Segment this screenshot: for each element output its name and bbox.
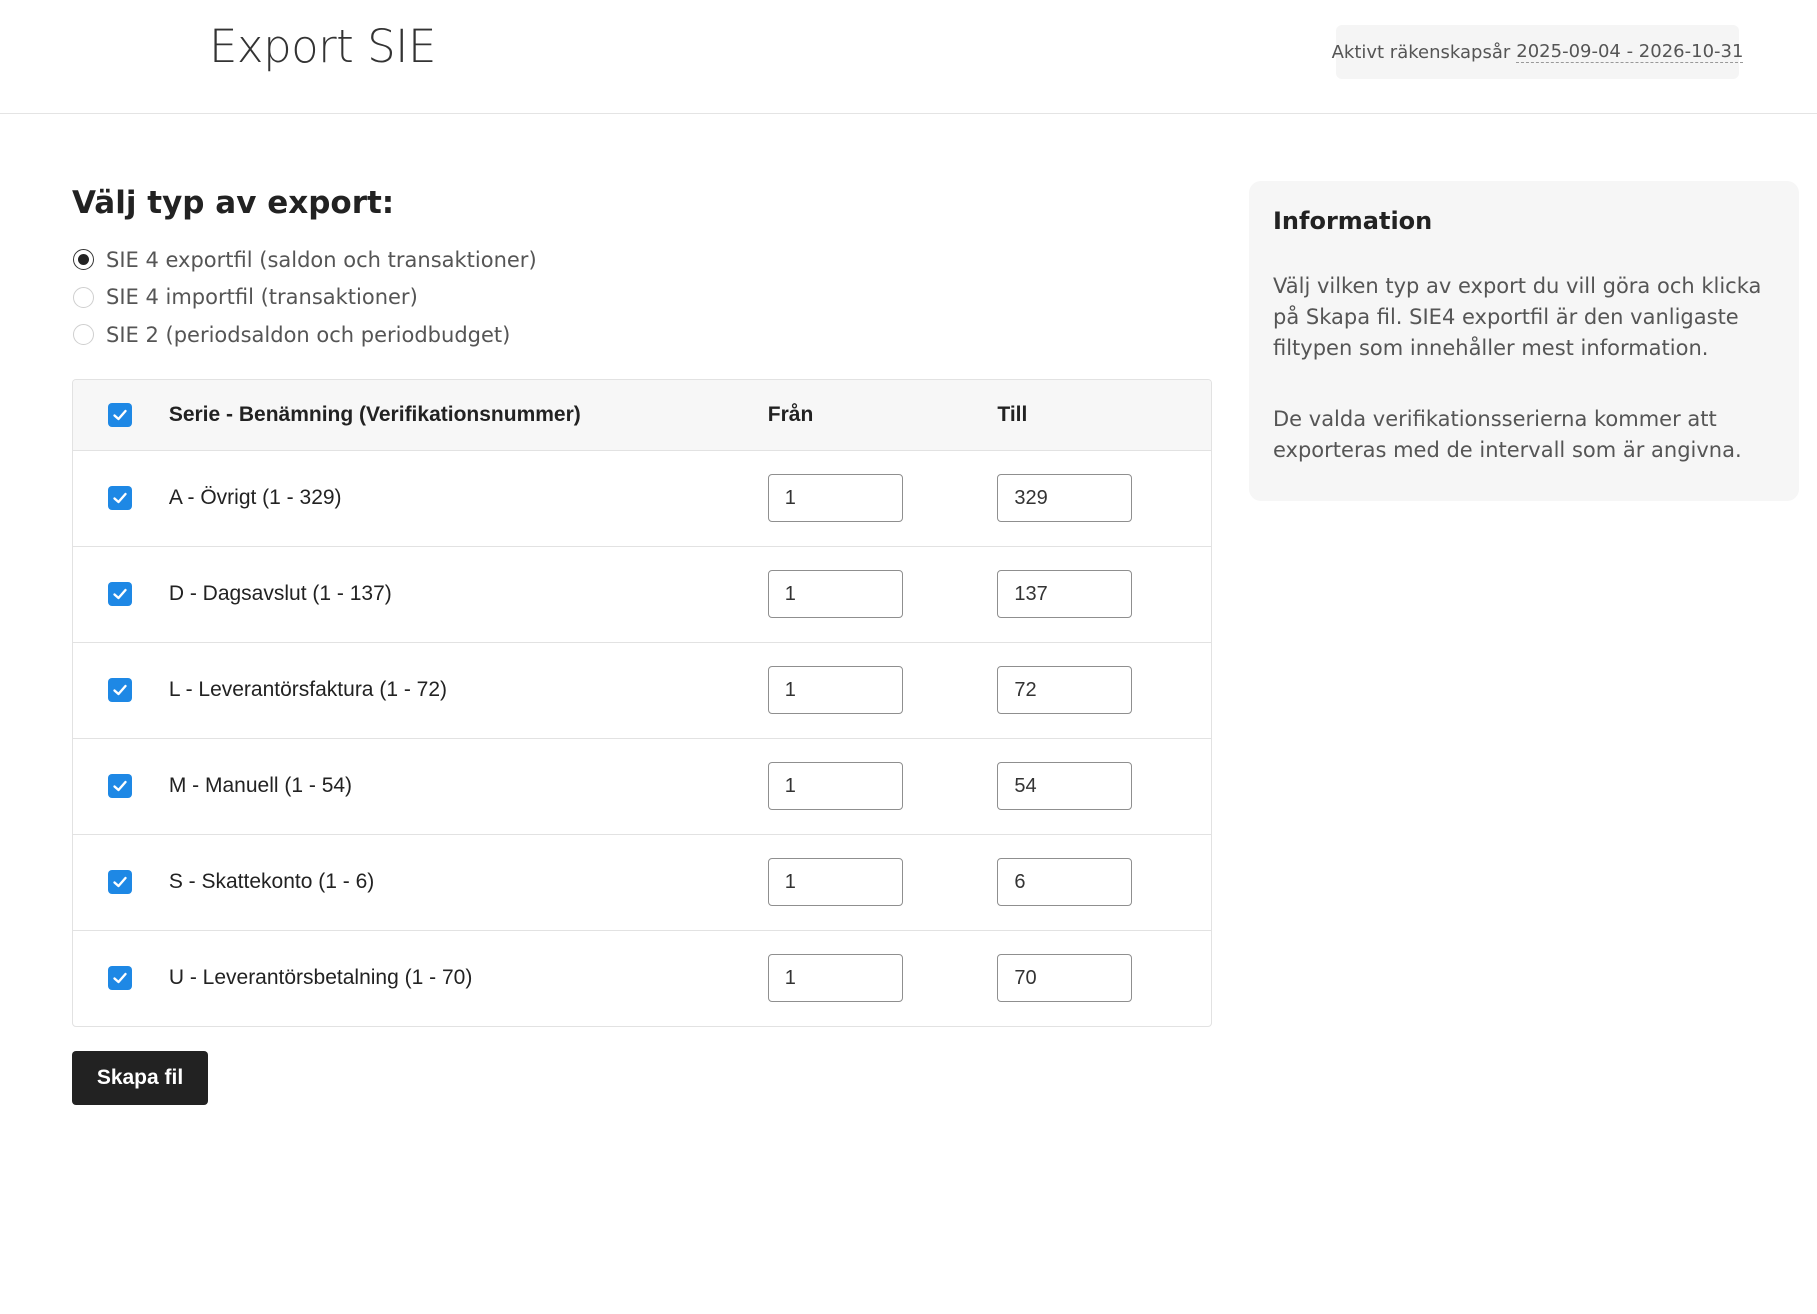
radio-button[interactable] — [73, 249, 94, 271]
table-row: U - Leverantörsbetalning (1 - 70) — [73, 929, 1211, 1026]
verification-series-table: Serie - Benämning (Verifikationsnummer) … — [72, 378, 1212, 1027]
table-header-row: Serie - Benämning (Verifikationsnummer) … — [73, 379, 1211, 450]
radio-button[interactable] — [73, 324, 94, 346]
checkmark-icon — [113, 409, 127, 420]
export-type-radio-group: SIE 4 exportfil (saldon och transaktione… — [72, 241, 1212, 354]
checkmark-icon — [113, 972, 127, 984]
column-header-from: Från — [767, 402, 814, 426]
series-checkbox-d[interactable] — [107, 582, 132, 606]
fiscal-year-indicator: Aktivt räkenskapsår 2025-09-04 - 2026-10… — [1332, 25, 1744, 79]
to-input[interactable] — [997, 954, 1133, 1002]
radio-button[interactable] — [73, 286, 94, 308]
information-panel: Information Välj vilken typ av export du… — [1249, 181, 1799, 501]
to-input[interactable] — [997, 666, 1133, 714]
checkmark-icon — [113, 780, 127, 792]
checkmark-icon — [113, 684, 127, 696]
table-row: D - Dagsavslut (1 - 137) — [73, 545, 1211, 642]
checkmark-icon — [113, 876, 127, 888]
column-header-to: Till — [997, 402, 1028, 426]
select-all-checkbox[interactable] — [107, 402, 132, 427]
table-row: A - Övrigt (1 - 329) — [73, 449, 1211, 546]
export-option-label: SIE 2 (periodsaldon och periodbudget) — [106, 322, 511, 347]
series-checkbox-u[interactable] — [107, 966, 132, 990]
table-row: S - Skattekonto (1 - 6) — [73, 833, 1211, 930]
page-title: Export SIE — [209, 20, 436, 73]
from-input[interactable] — [767, 474, 903, 522]
create-file-button[interactable]: Skapa fil — [72, 1050, 208, 1105]
series-name: A - Övrigt (1 - 329) — [168, 486, 342, 509]
series-checkbox-a[interactable] — [107, 486, 132, 510]
export-option-label: SIE 4 importfil (transaktioner) — [106, 285, 418, 310]
column-header-name: Serie - Benämning (Verifikationsnummer) — [168, 402, 581, 426]
series-checkbox-l[interactable] — [107, 678, 132, 702]
export-option-sie4-export[interactable]: SIE 4 exportfil (saldon och transaktione… — [72, 241, 1212, 279]
table-row: L - Leverantörsfaktura (1 - 72) — [73, 641, 1211, 738]
to-input[interactable] — [997, 858, 1133, 906]
information-paragraph: De valda verifikationsserierna kommer at… — [1273, 407, 1742, 462]
series-checkbox-m[interactable] — [107, 774, 132, 798]
fiscal-year-label: Aktivt räkenskapsår — [1331, 41, 1511, 63]
series-name: D - Dagsavslut (1 - 137) — [168, 582, 392, 605]
fiscal-year-value[interactable]: 2025-09-04 - 2026-10-31 — [1516, 41, 1744, 63]
to-input[interactable] — [997, 762, 1133, 810]
page-header: Export SIE Aktivt räkenskapsår 2025-09-0… — [0, 0, 1817, 114]
export-option-sie4-import[interactable]: SIE 4 importfil (transaktioner) — [72, 279, 1212, 317]
series-name: U - Leverantörsbetalning (1 - 70) — [168, 966, 473, 989]
from-input[interactable] — [767, 762, 903, 810]
to-input[interactable] — [997, 474, 1133, 522]
information-paragraph: Välj vilken typ av export du vill göra o… — [1273, 274, 1762, 360]
from-input[interactable] — [767, 954, 903, 1002]
from-input[interactable] — [767, 666, 903, 714]
to-input[interactable] — [997, 570, 1133, 618]
series-name: S - Skattekonto (1 - 6) — [168, 870, 375, 893]
from-input[interactable] — [767, 858, 903, 906]
checkmark-icon — [113, 492, 127, 504]
series-checkbox-s[interactable] — [107, 870, 132, 894]
from-input[interactable] — [767, 570, 903, 618]
export-option-label: SIE 4 exportfil (saldon och transaktione… — [106, 247, 537, 272]
table-row: M - Manuell (1 - 54) — [73, 737, 1211, 834]
export-option-sie2[interactable]: SIE 2 (periodsaldon och periodbudget) — [72, 316, 1212, 354]
export-form: Välj typ av export: SIE 4 exportfil (sal… — [72, 150, 1212, 1105]
checkmark-icon — [113, 588, 127, 600]
information-title: Information — [1273, 207, 1433, 235]
series-name: L - Leverantörsfaktura (1 - 72) — [168, 678, 448, 701]
export-type-heading: Välj typ av export: — [72, 185, 395, 221]
series-name: M - Manuell (1 - 54) — [168, 774, 353, 797]
